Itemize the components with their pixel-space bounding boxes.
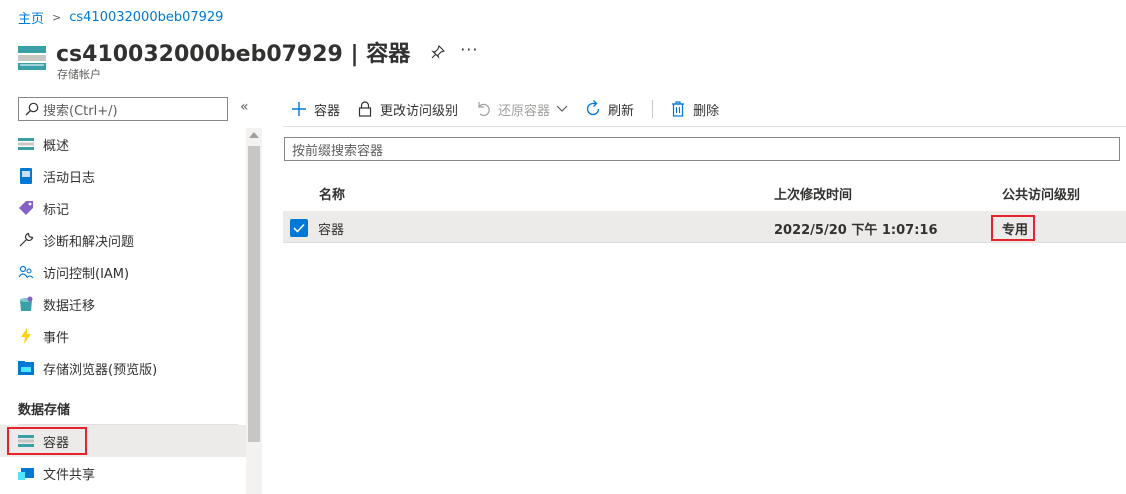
sidebar-item-label: 文件共享 [43,467,96,483]
sidebar-item-iam[interactable]: 访问控制(IAM) [0,256,246,288]
sidebar-item-data-migration[interactable]: 数据迁移 [0,288,246,320]
sidebar-item-diagnose[interactable]: 诊断和解决问题 [0,224,246,256]
container-name-link[interactable]: 容器 [318,219,344,238]
restore-containers-button[interactable]: 还原容器 [474,100,568,119]
page-subtitle: 存储帐户 [57,68,101,81]
checkmark-icon [293,223,305,233]
sidebar: 搜索(Ctrl+/) « 概述 活动日志 标记 诊断和解决问题 访问控制(IAM… [0,90,262,494]
change-access-level-label: 更改访问级别 [380,103,459,119]
sidebar-item-label: 标记 [43,202,70,218]
page-header: cs410032000beb07929 | 容器 ··· [18,36,478,70]
chevron-right-icon: > [52,10,62,24]
page-title: cs410032000beb07929 | 容器 [56,42,411,67]
storage-account-icon [18,46,46,70]
access-level-value: 专用 [1002,223,1029,238]
more-options-icon[interactable]: ··· [460,40,478,59]
sidebar-item-label: 容器 [43,435,70,451]
file-share-icon [18,465,34,481]
data-migration-icon [18,296,34,312]
column-header-name[interactable]: 名称 [319,184,345,203]
last-modified-value: 2022/5/20 下午 1:07:16 [774,223,938,238]
sidebar-item-label: 概述 [43,138,70,154]
chevron-down-icon [556,105,568,113]
grid-header: 名称 上次修改时间 公共访问级别 [283,182,1126,204]
people-icon [18,264,34,280]
sidebar-item-label: 活动日志 [43,170,96,186]
container-icon [18,433,34,449]
sidebar-search-input[interactable]: 搜索(Ctrl+/) [18,97,228,121]
sidebar-item-label: 访问控制(IAM) [43,266,130,282]
column-header-access-level[interactable]: 公共访问级别 [1002,184,1080,203]
sidebar-item-activity-log[interactable]: 活动日志 [0,160,246,192]
sidebar-item-label: 存储浏览器(预览版) [43,362,158,378]
sidebar-scrollbar[interactable] [246,128,262,494]
lightning-icon [18,328,34,344]
sidebar-item-file-shares[interactable]: 文件共享 [0,457,246,489]
restore-containers-label: 还原容器 [498,103,551,119]
scroll-up-arrow-icon[interactable] [249,132,259,138]
container-prefix-search-input[interactable]: 按前缀搜索容器 [284,137,1120,161]
column-header-last-modified[interactable]: 上次修改时间 [774,184,852,203]
breadcrumb-current-link[interactable]: cs410032000beb07929 [69,10,223,25]
sidebar-item-label: 诊断和解决问题 [43,234,135,250]
breadcrumb-home-link[interactable]: 主页 [18,8,44,27]
add-container-label: 容器 [314,103,341,119]
sidebar-item-storage-explorer[interactable]: 存储浏览器(预览版) [0,352,246,384]
undo-icon [474,100,492,118]
delete-label: 删除 [693,103,720,119]
add-container-button[interactable]: 容器 [290,100,340,119]
lock-icon [356,100,374,118]
row-checkbox[interactable] [290,219,308,237]
search-icon [25,102,39,116]
tag-icon [18,200,34,216]
sidebar-item-tags[interactable]: 标记 [0,192,246,224]
sidebar-item-containers[interactable]: 容器 [0,425,246,457]
breadcrumb: 主页 > cs410032000beb07929 [18,8,223,27]
refresh-button[interactable]: 刷新 [584,100,634,119]
table-row[interactable]: 容器 2022/5/20 下午 1:07:16 专用 [283,211,1126,243]
wrench-icon [18,232,34,248]
refresh-icon [584,100,602,118]
main-content: 容器 更改访问级别 还原容器 刷新 删除 按前缀搜索容器 名称 上次修改时间 公… [283,90,1126,494]
filter-placeholder: 按前缀搜索容器 [292,143,384,159]
change-access-level-button[interactable]: 更改访问级别 [356,100,458,119]
sidebar-nav: 概述 活动日志 标记 诊断和解决问题 访问控制(IAM) 数据迁移 事件 存储浏… [0,128,246,489]
command-bar: 容器 更改访问级别 还原容器 刷新 删除 [283,96,735,122]
toolbar-separator [652,100,654,118]
plus-icon [290,100,308,118]
delete-button[interactable]: 删除 [669,100,719,119]
sidebar-item-events[interactable]: 事件 [0,320,246,352]
sidebar-item-label: 事件 [43,330,70,346]
sidebar-item-overview[interactable]: 概述 [0,128,246,160]
overview-icon [18,136,34,152]
storage-explorer-icon [18,360,34,376]
sidebar-section-data-storage: 数据存储 [18,403,71,418]
sidebar-item-label: 数据迁移 [43,298,96,314]
toolbar-divider [283,126,1126,127]
trash-icon [669,100,687,118]
collapse-sidebar-button[interactable]: « [240,99,249,115]
pin-icon[interactable] [430,44,446,60]
refresh-label: 刷新 [608,103,635,119]
sidebar-search-placeholder: 搜索(Ctrl+/) [43,103,118,119]
activity-log-icon [18,168,34,184]
scrollbar-thumb[interactable] [248,146,260,442]
